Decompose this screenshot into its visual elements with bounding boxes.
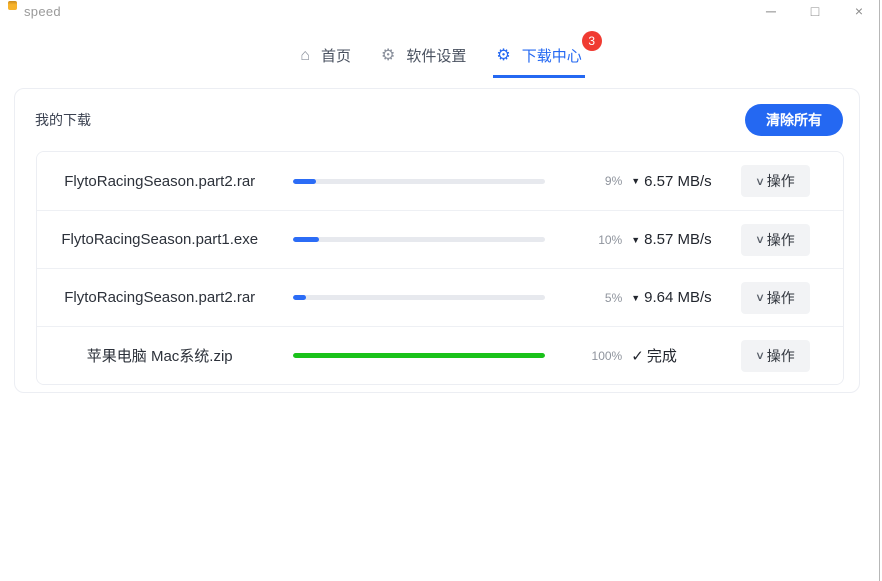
titlebar: speed ─ □ × xyxy=(0,0,882,22)
chevron-down-icon: ∨ xyxy=(755,349,765,362)
chevron-down-icon: ∨ xyxy=(755,291,765,304)
panel-header: 我的下载 清除所有 xyxy=(15,89,859,136)
tab-software-settings[interactable]: ⚙ 软件设置 xyxy=(378,42,469,78)
download-filename: FlytoRacingSeason.part2.rar xyxy=(37,173,282,190)
progress-track xyxy=(293,353,545,358)
download-row: FlytoRacingSeason.part1.exe 10% ▼ 8.57 M… xyxy=(37,210,843,268)
progress-fill xyxy=(293,295,306,300)
action-label: 操作 xyxy=(767,230,795,250)
check-icon: ✓ xyxy=(631,347,644,365)
panel-title: 我的下载 xyxy=(35,110,91,130)
action-label: 操作 xyxy=(767,346,795,366)
progress-fill xyxy=(293,237,318,242)
download-status: ✓ 完成 xyxy=(631,345,740,366)
download-progress xyxy=(293,237,545,242)
download-filename: 苹果电脑 Mac系统.zip xyxy=(37,345,282,366)
download-status: ▼ 6.57 MB/s xyxy=(631,173,740,190)
action-button[interactable]: ∨ 操作 xyxy=(741,224,810,256)
action-button[interactable]: ∨ 操作 xyxy=(741,282,810,314)
tab-home-label: 首页 xyxy=(321,45,351,66)
app-title: speed xyxy=(24,4,61,19)
progress-fill xyxy=(293,179,316,184)
window-controls: ─ □ × xyxy=(764,0,866,22)
download-arrow-icon: ▼ xyxy=(631,176,640,186)
download-row: FlytoRacingSeason.part2.rar 5% ▼ 9.64 MB… xyxy=(37,268,843,326)
download-row: FlytoRacingSeason.part2.rar 9% ▼ 6.57 MB… xyxy=(37,152,843,210)
window-right-border xyxy=(879,0,880,581)
close-button[interactable]: × xyxy=(852,0,866,22)
download-percent: 9% xyxy=(545,174,622,188)
downloads-panel: 我的下载 清除所有 FlytoRacingSeason.part2.rar 9%… xyxy=(14,88,860,393)
progress-fill xyxy=(293,353,545,358)
download-status: ▼ 9.64 MB/s xyxy=(631,289,740,306)
tab-download-center-label: 下载中心 xyxy=(522,45,582,66)
progress-track xyxy=(293,295,545,300)
tab-home[interactable]: ⌂ 首页 xyxy=(297,42,354,78)
maximize-button[interactable]: □ xyxy=(808,0,822,22)
action-button[interactable]: ∨ 操作 xyxy=(741,340,810,372)
download-arrow-icon: ▼ xyxy=(631,293,640,303)
download-progress xyxy=(293,353,545,358)
download-percent: 10% xyxy=(545,233,622,247)
gear-icon: ⚙ xyxy=(381,48,395,64)
status-text: 9.64 MB/s xyxy=(644,289,712,306)
home-icon: ⌂ xyxy=(300,48,310,64)
download-percent: 100% xyxy=(545,349,622,363)
download-percent: 5% xyxy=(545,291,622,305)
download-list: FlytoRacingSeason.part2.rar 9% ▼ 6.57 MB… xyxy=(36,151,844,385)
main-nav: ⌂ 首页 ⚙ 软件设置 ⚙ 下载中心 3 xyxy=(0,42,882,78)
download-filename: FlytoRacingSeason.part1.exe xyxy=(37,231,282,248)
action-label: 操作 xyxy=(767,288,795,308)
progress-track xyxy=(293,237,545,242)
download-arrow-icon: ▼ xyxy=(631,235,640,245)
action-button[interactable]: ∨ 操作 xyxy=(741,165,810,197)
status-text: 6.57 MB/s xyxy=(644,173,712,190)
clear-all-button[interactable]: 清除所有 xyxy=(745,104,843,136)
download-count-badge: 3 xyxy=(582,31,602,51)
gear-icon: ⚙ xyxy=(496,48,510,64)
status-text: 8.57 MB/s xyxy=(644,231,712,248)
tab-software-settings-label: 软件设置 xyxy=(406,45,466,66)
action-label: 操作 xyxy=(767,171,795,191)
chevron-down-icon: ∨ xyxy=(755,233,765,246)
download-progress xyxy=(293,179,545,184)
minimize-button[interactable]: ─ xyxy=(764,0,778,22)
download-row: 苹果电脑 Mac系统.zip 100% ✓ 完成 ∨ 操作 xyxy=(37,326,843,384)
tab-download-center[interactable]: ⚙ 下载中心 3 xyxy=(493,42,584,78)
download-status: ▼ 8.57 MB/s xyxy=(631,231,740,248)
status-text: 完成 xyxy=(647,345,677,366)
chevron-down-icon: ∨ xyxy=(755,175,765,188)
download-filename: FlytoRacingSeason.part2.rar xyxy=(37,289,282,306)
download-progress xyxy=(293,295,545,300)
progress-track xyxy=(293,179,545,184)
app-logo-icon xyxy=(8,1,17,10)
